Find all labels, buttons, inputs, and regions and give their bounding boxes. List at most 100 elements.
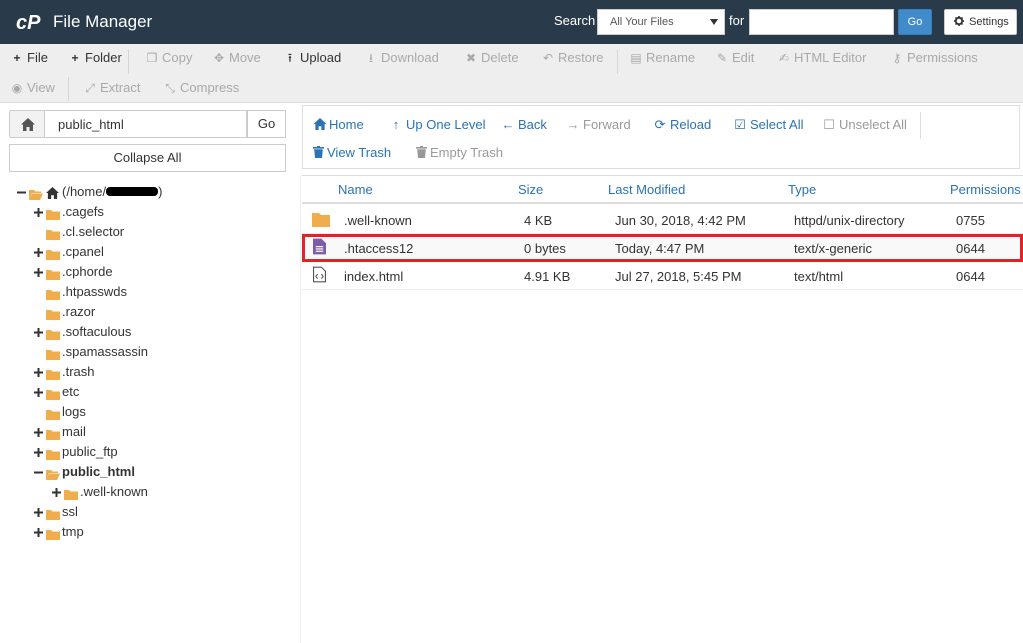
tree-item[interactable]: mail <box>0 422 290 442</box>
text-file-icon <box>313 238 326 258</box>
tree-item-label: .htpasswds <box>62 282 127 302</box>
nav-unselect-all-button[interactable]: ☐ Unselect All <box>822 115 907 135</box>
toolbar-rename-button[interactable]: ▤ Rename <box>629 44 695 72</box>
expand-plus-icon[interactable] <box>34 442 44 462</box>
tree-item[interactable]: .well-known <box>0 482 290 502</box>
file-row[interactable]: index.html 4.91 KB Jul 27, 2018, 5:45 PM te… <box>302 262 1023 290</box>
folder-icon <box>46 286 60 300</box>
toolbar-restore-button[interactable]: ↶ Restore <box>541 44 604 72</box>
collapse-all-button[interactable]: Collapse All <box>9 144 286 172</box>
nav-forward-button[interactable]: → Forward <box>566 115 631 135</box>
tree-item[interactable]: public_html <box>0 462 290 482</box>
expand-plus-icon[interactable] <box>34 522 44 542</box>
search-label: Search <box>554 13 596 28</box>
tree-item[interactable]: ssl <box>0 502 290 522</box>
compress-icon: ⤡ <box>165 81 175 95</box>
column-header-permissions[interactable]: Permissions <box>950 182 1021 197</box>
column-header-size[interactable]: Size <box>518 182 543 197</box>
nav-home-button[interactable]: Home <box>313 115 364 135</box>
code-file-icon <box>313 266 326 286</box>
settings-button[interactable]: Settings <box>944 9 1017 35</box>
nav-label: Up One Level <box>406 117 486 132</box>
tree-item-text: .cl.selector <box>62 224 125 239</box>
path-go-button[interactable]: Go <box>247 110 286 138</box>
expand-plus-icon[interactable] <box>34 362 44 382</box>
tree-item[interactable]: logs <box>0 402 290 422</box>
tree-item[interactable]: etc <box>0 382 290 402</box>
collapse-minus-icon[interactable] <box>34 462 44 482</box>
expand-plus-icon[interactable] <box>34 242 44 262</box>
tree-item-text: .cphorde <box>62 264 113 279</box>
file-size: 0 bytes <box>524 241 566 256</box>
tree-item-label: .softaculous <box>62 322 131 342</box>
column-header-type[interactable]: Type <box>788 182 816 197</box>
toolbar-label: File <box>27 50 48 65</box>
download-icon: ⭳ <box>368 51 374 65</box>
expand-plus-icon[interactable] <box>52 482 62 502</box>
tree-item[interactable]: .razor <box>0 302 290 322</box>
tree-item[interactable]: .cpanel <box>0 242 290 262</box>
collapse-minus-icon[interactable] <box>17 182 27 202</box>
expand-plus-icon[interactable] <box>34 382 44 402</box>
tree-item[interactable]: .htpasswds <box>0 282 290 302</box>
toolbar-compress-button[interactable]: ⤡ Compress <box>163 74 239 102</box>
toolbar-view-button[interactable]: ◉ View <box>10 74 55 102</box>
nav-reload-button[interactable]: ⟳ Reload <box>653 115 712 135</box>
expand-plus-icon[interactable] <box>34 502 44 522</box>
toolbar-delete-button[interactable]: ✖ Delete <box>464 44 519 72</box>
forward-arrow-icon: → <box>566 117 580 132</box>
toolbar-copy-button[interactable]: ❐ Copy <box>145 44 193 72</box>
search-scope-select[interactable]: All Your Files <box>597 9 725 35</box>
path-home-button[interactable] <box>9 110 45 138</box>
tree-item[interactable]: .spamassassin <box>0 342 290 362</box>
nav-up-one-level-button[interactable]: ↑ Up One Level <box>389 115 486 135</box>
checkbox-checked-icon: ☑ <box>734 117 746 132</box>
nav-empty-trash-button[interactable]: Empty Trash <box>416 143 503 163</box>
path-input[interactable]: public_html <box>45 110 247 138</box>
toolbar-move-button[interactable]: ✥ Move <box>212 44 261 72</box>
nav-label: Reload <box>670 117 712 132</box>
nav-label: Empty Trash <box>430 145 503 160</box>
tree-item[interactable]: .cagefs <box>0 202 290 222</box>
file-modified: Jul 27, 2018, 5:45 PM <box>615 269 742 284</box>
column-header-name[interactable]: Name <box>338 182 373 197</box>
tree-item[interactable]: .trash <box>0 362 290 382</box>
toolbar-extract-button[interactable]: ⤢ Extract <box>83 74 140 102</box>
toolbar-label: Edit <box>732 50 755 65</box>
toolbar-html-editor-button[interactable]: ✍ HTML Editor <box>777 44 867 72</box>
tree-item[interactable]: (/home/) <box>0 182 290 202</box>
tree-item[interactable]: tmp <box>0 522 290 542</box>
nav-back-button[interactable]: ← Back <box>501 115 547 135</box>
toolbar-permissions-button[interactable]: ⚷ Permissions <box>890 44 978 72</box>
eye-icon: ◉ <box>11 81 23 95</box>
tree-item-text: ssl <box>62 504 78 519</box>
tree-item[interactable]: .softaculous <box>0 322 290 342</box>
tree-item-label: public_html <box>62 462 135 482</box>
search-go-button[interactable]: Go <box>898 9 932 35</box>
expand-plus-icon[interactable] <box>34 202 44 222</box>
toolbar-new-folder-button[interactable]: + Folder <box>68 44 121 72</box>
expand-plus-icon[interactable] <box>34 422 44 442</box>
nav-view-trash-button[interactable]: View Trash <box>313 143 391 163</box>
toolbar-edit-button[interactable]: ✎ Edit <box>715 44 754 72</box>
expand-plus-icon[interactable] <box>34 322 44 342</box>
file-row[interactable]: .htaccess12 0 bytes Today, 4:47 PM text/x-g… <box>302 234 1023 262</box>
tree-item[interactable]: public_ftp <box>0 442 290 462</box>
tree-item[interactable]: .cphorde <box>0 262 290 282</box>
toolbar-new-file-button[interactable]: + File <box>10 44 48 72</box>
nav-select-all-button[interactable]: ☑ Select All <box>733 115 803 135</box>
file-row[interactable]: .well-known 4 KB Jun 30, 2018, 4:42 PM http… <box>302 206 1023 234</box>
nav-label: Home <box>329 117 364 132</box>
tree-item[interactable]: .cl.selector <box>0 222 290 242</box>
expand-plus-icon[interactable] <box>34 262 44 282</box>
folder-open-icon <box>29 186 43 200</box>
column-header-last-modified[interactable]: Last Modified <box>608 182 685 197</box>
extract-icon: ⤢ <box>85 81 95 95</box>
tree-item-text: logs <box>62 404 86 419</box>
toolbar-upload-button[interactable]: ⭱ Upload <box>283 44 341 72</box>
file-name: index.html <box>344 269 404 284</box>
toolbar-download-button[interactable]: ⭳ Download <box>364 44 439 72</box>
plus-icon: + <box>71 51 79 65</box>
nav-label: Unselect All <box>839 117 907 132</box>
search-input[interactable] <box>749 9 894 35</box>
